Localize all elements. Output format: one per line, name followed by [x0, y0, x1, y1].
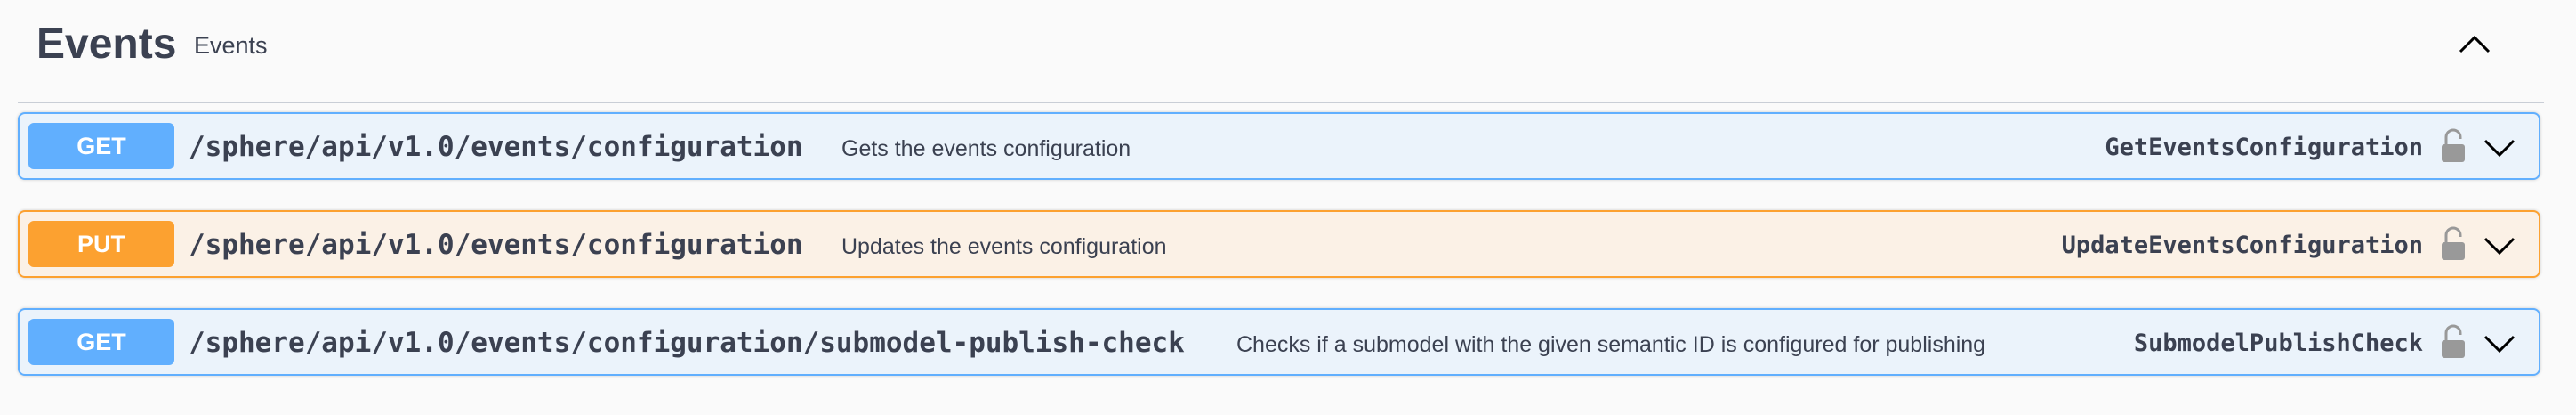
chevron-down-icon[interactable] [2482, 134, 2517, 160]
section-description: Events [194, 32, 268, 59]
method-badge: GET [28, 319, 174, 365]
lock-open-icon[interactable] [2439, 324, 2467, 360]
chevron-down-icon[interactable] [2482, 330, 2517, 356]
chevron-up-icon[interactable] [2457, 27, 2492, 62]
method-badge: GET [28, 123, 174, 169]
operation-get-events-configuration[interactable]: GET /sphere/api/v1.0/events/configuratio… [18, 112, 2540, 180]
chevron-down-icon[interactable] [2482, 232, 2517, 258]
section-header[interactable]: Events Events [18, 0, 2544, 103]
lock-open-icon[interactable] [2439, 128, 2467, 164]
operation-path: /sphere/api/v1.0/events/configuration [189, 229, 803, 261]
operation-path: /sphere/api/v1.0/events/configuration [189, 131, 803, 163]
operation-path: /sphere/api/v1.0/events/configuration/su… [189, 327, 1185, 359]
operation-summary: Checks if a submodel with the given sema… [1236, 332, 1986, 357]
section-title: Events [36, 20, 177, 68]
operation-id: UpdateEventsConfiguration [2061, 232, 2423, 259]
operation-put-events-configuration[interactable]: PUT /sphere/api/v1.0/events/configuratio… [18, 210, 2540, 278]
events-section: Events Events GET /sphere/api/v1.0/event… [18, 0, 2544, 376]
operation-id: GetEventsConfiguration [2105, 134, 2423, 161]
operation-summary: Gets the events configuration [841, 136, 1131, 161]
operation-summary: Updates the events configuration [841, 234, 1167, 259]
operation-id: SubmodelPublishCheck [2133, 330, 2423, 357]
lock-open-icon[interactable] [2439, 226, 2467, 262]
method-badge: PUT [28, 221, 174, 267]
operation-get-submodel-publish-check[interactable]: GET /sphere/api/v1.0/events/configuratio… [18, 308, 2540, 376]
